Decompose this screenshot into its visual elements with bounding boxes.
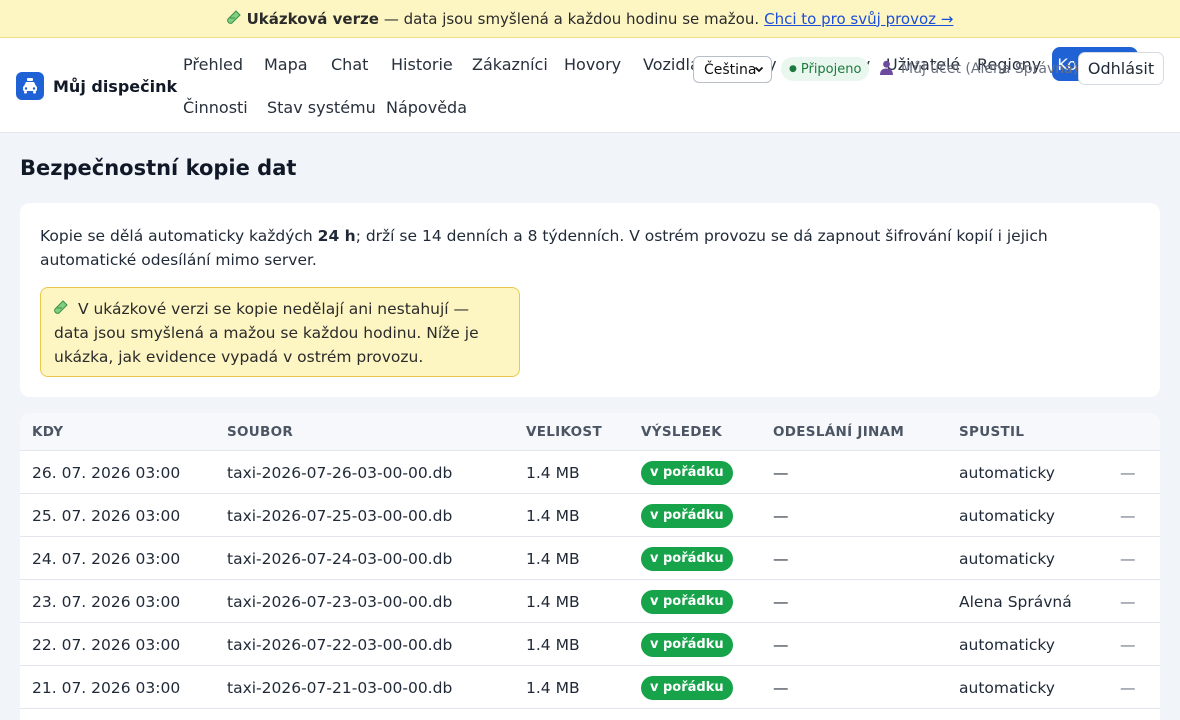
backup-interval: 24 h [317, 227, 356, 245]
status-badge: v pořádku [641, 460, 733, 485]
column-header-result: Výsledek [641, 424, 723, 440]
demo-banner-link[interactable]: Chci to pro svůj provoz → [764, 10, 953, 28]
table-row: 26. 07. 2026 03:00 taxi-2026-07-26-03-00-… [20, 451, 1160, 494]
cell-when: 22. 07. 2026 03:00 [32, 635, 181, 654]
cell-when: 21. 07. 2026 03:00 [32, 678, 181, 697]
cell-offsite: — [773, 506, 789, 525]
nav-stav-systemu[interactable]: Stav systému [257, 90, 386, 124]
column-header-when: Kdy [32, 424, 64, 440]
status-badge: v pořádku [641, 503, 733, 528]
table-header: Kdy Soubor Velikost Výsledek Odeslání ji… [20, 413, 1160, 451]
cell-action: — [1120, 635, 1136, 654]
cell-result: v pořádku [641, 623, 733, 666]
status-dot-icon: ● [789, 64, 797, 74]
cell-action: — [1120, 592, 1136, 611]
cell-size: 1.4 MB [526, 549, 580, 568]
nav-cinnosti[interactable]: Činnosti [173, 90, 258, 124]
nav-hovory[interactable]: Hovory [554, 47, 631, 81]
cell-result: v pořádku [641, 451, 733, 494]
table-row: 24. 07. 2026 03:00 taxi-2026-07-24-03-00-… [20, 537, 1160, 580]
column-header-started-by: Spustil [959, 424, 1025, 440]
cell-offsite: — [773, 549, 789, 568]
backups-table: Kdy Soubor Velikost Výsledek Odeslání ji… [20, 413, 1160, 720]
cell-size: 1.4 MB [526, 635, 580, 654]
cell-started-by: automaticky [959, 549, 1055, 568]
cell-file: taxi-2026-07-26-03-00-00.db [227, 463, 453, 482]
topbar: Můj dispečink Přehled Mapa Chat Historie… [0, 38, 1180, 133]
language-select[interactable]: Čeština [693, 56, 772, 83]
logout-button[interactable]: Odhlásit [1078, 52, 1164, 85]
demo-banner-text: — data jsou smyšlená a každou hodinu se … [383, 9, 760, 28]
cell-action: — [1120, 549, 1136, 568]
nav-mapa[interactable]: Mapa [254, 47, 318, 81]
table-row: 22. 07. 2026 03:00 taxi-2026-07-22-03-00-… [20, 623, 1160, 666]
cell-offsite: — [773, 678, 789, 697]
page-title: Bezpečnostní kopie dat [20, 156, 297, 180]
cell-when: 25. 07. 2026 03:00 [32, 506, 181, 525]
brand-name: Můj dispečink [53, 76, 178, 96]
cell-action: — [1120, 463, 1136, 482]
table-row: 25. 07. 2026 03:00 taxi-2026-07-25-03-00-… [20, 494, 1160, 537]
nav-zakaznici[interactable]: Zákazníci [462, 47, 558, 81]
backup-policy-text: Kopie se dělá automaticky každých 24 h; … [40, 227, 1048, 269]
cell-started-by: automaticky [959, 635, 1055, 654]
demo-notice-text: V ukázkové verzi se kopie nedělají ani n… [54, 300, 479, 366]
info-card: Kopie se dělá automaticky každých 24 h; … [20, 203, 1160, 397]
connection-status-badge: ● Připojeno [781, 57, 870, 81]
chevron-down-icon [753, 63, 765, 79]
cell-action: — [1120, 678, 1136, 697]
status-badge: v pořádku [641, 546, 733, 571]
cell-offsite: — [773, 463, 789, 482]
column-header-file: Soubor [227, 424, 294, 440]
cell-file: taxi-2026-07-23-03-00-00.db [227, 592, 453, 611]
table-row: 23. 07. 2026 03:00 taxi-2026-07-23-03-00-… [20, 580, 1160, 623]
demo-notice: V ukázkové verzi se kopie nedělají ani n… [40, 287, 520, 377]
cell-file: taxi-2026-07-24-03-00-00.db [227, 549, 453, 568]
brand[interactable]: Můj dispečink [16, 72, 177, 100]
nav-prehled[interactable]: Přehled [173, 47, 253, 81]
test-tube-icon [226, 9, 241, 28]
connection-status-text: Připojeno [800, 61, 862, 77]
cell-size: 1.4 MB [526, 678, 580, 697]
status-badge: v pořádku [641, 632, 733, 657]
column-header-size: Velikost [526, 424, 602, 440]
cell-started-by: automaticky [959, 463, 1055, 482]
status-badge: v pořádku [641, 675, 733, 700]
status-badge: v pořádku [641, 589, 733, 614]
demo-banner-title: Ukázková verze [246, 9, 379, 28]
cell-started-by: automaticky [959, 506, 1055, 525]
taxi-icon [16, 72, 44, 100]
cell-action: — [1120, 506, 1136, 525]
cell-size: 1.4 MB [526, 463, 580, 482]
cell-result: v pořádku [641, 537, 733, 580]
cell-offsite: — [773, 635, 789, 654]
cell-started-by: Alena Správná [959, 592, 1072, 611]
cell-when: 26. 07. 2026 03:00 [32, 463, 181, 482]
cell-file: taxi-2026-07-21-03-00-00.db [227, 678, 453, 697]
cell-file: taxi-2026-07-25-03-00-00.db [227, 506, 453, 525]
account-link[interactable]: Můj účet (Alena Správná) [879, 58, 1078, 80]
cell-result: v pořádku [641, 580, 733, 623]
cell-offsite: — [773, 592, 789, 611]
cell-result: v pořádku [641, 666, 733, 709]
nav-napoveda[interactable]: Nápověda [376, 90, 477, 124]
cell-size: 1.4 MB [526, 506, 580, 525]
language-value: Čeština [704, 61, 757, 78]
user-icon [879, 60, 894, 79]
cell-started-by: automaticky [959, 678, 1055, 697]
demo-banner: Ukázková verze — data jsou smyšlená a ka… [0, 0, 1180, 38]
cell-result: v pořádku [641, 494, 733, 537]
nav-historie[interactable]: Historie [381, 47, 463, 81]
cell-when: 23. 07. 2026 03:00 [32, 592, 181, 611]
nav-chat[interactable]: Chat [321, 47, 378, 81]
account-label: Můj účet (Alena Správná) [901, 61, 1079, 77]
cell-file: taxi-2026-07-22-03-00-00.db [227, 635, 453, 654]
table-row: 21. 07. 2026 03:00 taxi-2026-07-21-03-00-… [20, 666, 1160, 709]
cell-size: 1.4 MB [526, 592, 580, 611]
column-header-offsite: Odeslání jinam [773, 424, 905, 440]
test-tube-icon [54, 300, 73, 318]
cell-when: 24. 07. 2026 03:00 [32, 549, 181, 568]
